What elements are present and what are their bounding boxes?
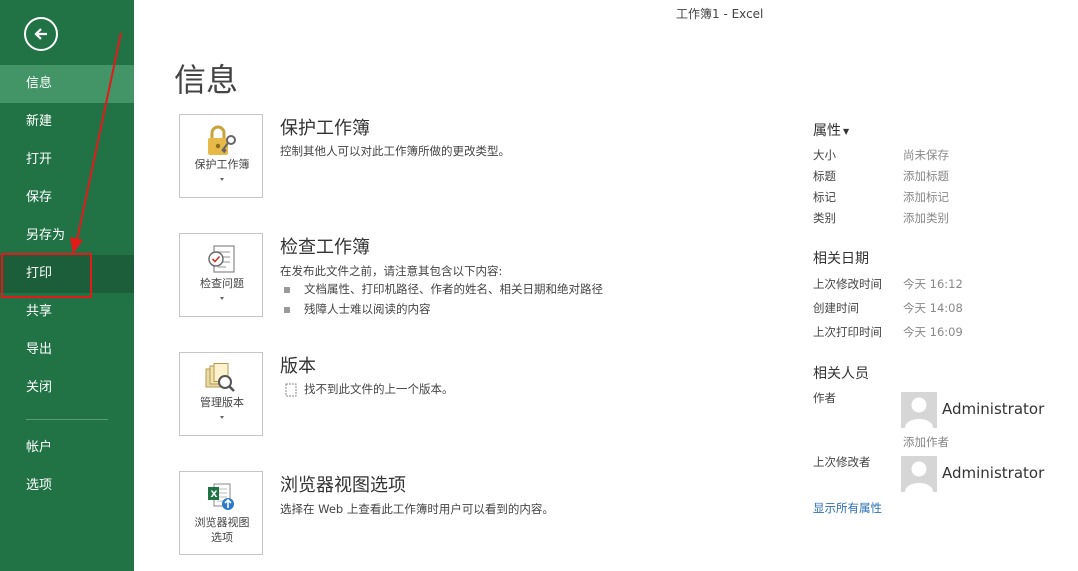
manage-versions-button[interactable]: 管理版本 bbox=[179, 352, 263, 436]
sidebar-item-options[interactable]: 选项 bbox=[0, 467, 134, 505]
versions-desc-row: 找不到此文件的上一个版本。 bbox=[284, 381, 454, 397]
inspect-workbook-title: 检查工作簿 bbox=[280, 237, 370, 258]
chevron-down-icon: ▼ bbox=[843, 126, 850, 136]
dropdown-arrow-icon bbox=[220, 416, 224, 419]
date-label: 创建时间 bbox=[813, 301, 859, 315]
annotation-highlight-box bbox=[1, 253, 92, 298]
browser-view-tile-label-2: 选项 bbox=[211, 531, 233, 544]
versions-desc: 找不到此文件的上一个版本。 bbox=[304, 382, 454, 396]
add-title-field[interactable]: 添加标题 bbox=[903, 168, 949, 184]
inspect-bullet-text: 文档属性、打印机路径、作者的姓名、相关日期和绝对路径 bbox=[304, 282, 603, 296]
sidebar-divider bbox=[26, 419, 108, 420]
author-label: 作者 bbox=[813, 391, 836, 405]
related-dates-heading: 相关日期 bbox=[813, 251, 869, 267]
last-modified-by-label: 上次修改者 bbox=[813, 455, 871, 469]
sidebar-item-close[interactable]: 关闭 bbox=[0, 369, 134, 407]
protect-workbook-desc: 控制其他人可以对此工作簿所做的更改类型。 bbox=[280, 144, 510, 158]
property-value: 尚未保存 bbox=[903, 148, 949, 162]
list-item: 文档属性、打印机路径、作者的姓名、相关日期和绝对路径 bbox=[284, 281, 603, 297]
property-label: 大小 bbox=[813, 148, 836, 162]
author-name[interactable]: Administrator bbox=[942, 400, 1044, 418]
property-label: 标题 bbox=[813, 169, 836, 183]
show-all-properties-link[interactable]: 显示所有属性 bbox=[813, 500, 882, 516]
date-label: 上次修改时间 bbox=[813, 277, 882, 291]
sidebar-item-share[interactable]: 共享 bbox=[0, 293, 134, 331]
user-silhouette-icon bbox=[905, 461, 933, 492]
add-author-link[interactable]: 添加作者 bbox=[903, 434, 949, 450]
sidebar-item-open[interactable]: 打开 bbox=[0, 141, 134, 179]
dropdown-arrow-icon bbox=[220, 297, 224, 300]
sidebar-item-save[interactable]: 保存 bbox=[0, 179, 134, 217]
avatar bbox=[901, 456, 937, 492]
checklist-icon bbox=[208, 245, 235, 273]
date-label: 上次打印时间 bbox=[813, 325, 882, 339]
versions-search-icon bbox=[205, 363, 235, 392]
inspect-bullet-text: 残障人士难以阅读的内容 bbox=[304, 302, 431, 316]
arrow-left-icon bbox=[34, 28, 47, 40]
back-button[interactable] bbox=[24, 17, 58, 51]
property-label: 标记 bbox=[813, 190, 836, 204]
add-category-field[interactable]: 添加类别 bbox=[903, 210, 949, 226]
browser-view-desc: 选择在 Web 上查看此工作簿时用户可以看到的内容。 bbox=[280, 502, 554, 516]
add-tag-field[interactable]: 添加标记 bbox=[903, 189, 949, 205]
protect-workbook-title: 保护工作簿 bbox=[280, 118, 370, 139]
sidebar-item-save-as[interactable]: 另存为 bbox=[0, 217, 134, 255]
excel-web-icon: X bbox=[208, 483, 234, 510]
svg-text:X: X bbox=[211, 490, 218, 500]
check-issues-button[interactable]: 检查问题 bbox=[179, 233, 263, 317]
sidebar-item-new[interactable]: 新建 bbox=[0, 103, 134, 141]
document-history-icon bbox=[285, 383, 297, 396]
date-value: 今天 16:09 bbox=[903, 325, 963, 339]
inspect-workbook-desc: 在发布此文件之前，请注意其包含以下内容: bbox=[280, 264, 503, 278]
window-title: 工作簿1 - Excel bbox=[676, 7, 764, 21]
protect-workbook-tile-label: 保护工作簿 bbox=[194, 158, 250, 171]
properties-heading-label: 属性 bbox=[813, 123, 841, 139]
page-title: 信息 bbox=[174, 61, 239, 99]
protect-workbook-button[interactable]: 保护工作簿 bbox=[179, 114, 263, 198]
manage-versions-tile-label: 管理版本 bbox=[200, 396, 244, 409]
bullet-icon bbox=[284, 286, 290, 293]
browser-view-tile-label-1: 浏览器视图 bbox=[194, 516, 250, 529]
properties-heading[interactable]: 属性 ▼ bbox=[813, 120, 849, 140]
user-silhouette-icon bbox=[905, 397, 933, 428]
date-value: 今天 14:08 bbox=[903, 301, 963, 315]
property-label: 类别 bbox=[813, 211, 836, 225]
browser-view-options-button[interactable]: X 浏览器视图 选项 bbox=[179, 471, 263, 555]
list-item: 残障人士难以阅读的内容 bbox=[284, 301, 431, 317]
sidebar-item-info[interactable]: 信息 bbox=[0, 65, 134, 103]
sidebar-item-export[interactable]: 导出 bbox=[0, 331, 134, 369]
lock-key-icon bbox=[208, 125, 236, 155]
dropdown-arrow-icon bbox=[220, 178, 224, 181]
sidebar-item-account[interactable]: 帐户 bbox=[0, 429, 134, 467]
check-issues-tile-label: 检查问题 bbox=[200, 277, 244, 290]
avatar bbox=[901, 392, 937, 428]
date-value: 今天 16:12 bbox=[903, 277, 963, 291]
bullet-icon bbox=[284, 306, 290, 313]
browser-view-title: 浏览器视图选项 bbox=[280, 475, 406, 496]
related-people-heading: 相关人员 bbox=[813, 366, 869, 382]
versions-title: 版本 bbox=[280, 356, 316, 377]
last-modified-by-name[interactable]: Administrator bbox=[942, 464, 1044, 482]
